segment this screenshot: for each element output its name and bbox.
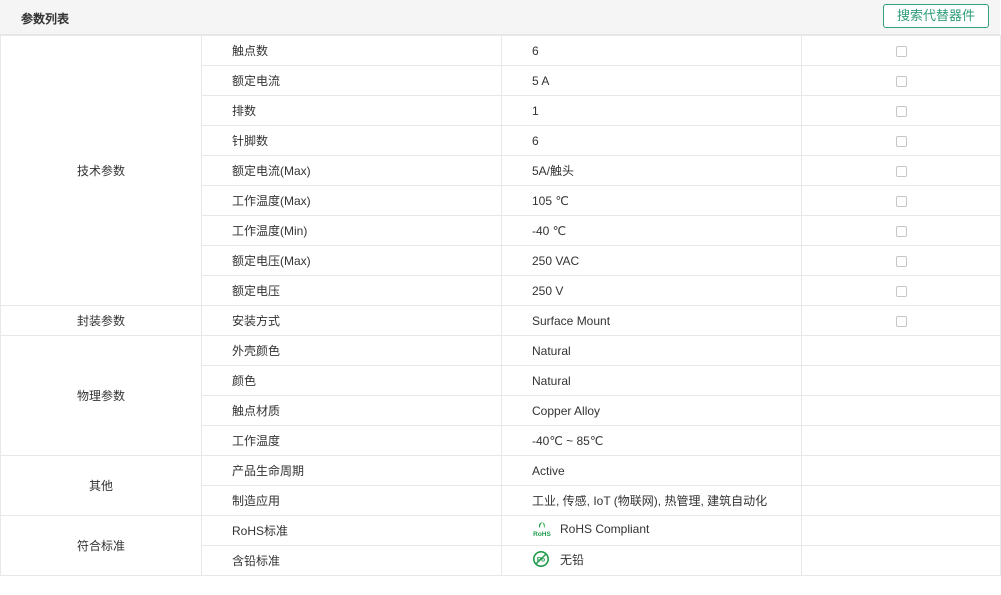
lead-free-value: Pb 无铅: [532, 550, 584, 568]
compare-checkbox-cell: [801, 155, 1001, 186]
param-name: 针脚数: [201, 125, 502, 156]
compare-checkbox-cell: [801, 245, 1001, 276]
empty-cell: [801, 485, 1001, 516]
panel-header: 参数列表 搜索代替器件: [0, 0, 1000, 35]
param-value: Natural: [501, 365, 802, 396]
compare-checkbox[interactable]: [895, 135, 907, 147]
compare-checkbox[interactable]: [895, 255, 907, 267]
lead-free-value-text: 无铅: [560, 552, 585, 567]
compare-checkbox[interactable]: [895, 75, 907, 87]
table-row: 符合标准 RoHS标准 RoHS RoHS Compliant: [0, 515, 1001, 576]
param-name: 排数: [201, 95, 502, 126]
compare-checkbox-cell: [801, 275, 1001, 306]
param-value: 6: [501, 125, 802, 156]
param-name: 安装方式: [201, 305, 502, 336]
compare-checkbox-cell: [801, 35, 1001, 66]
lead-free-icon: Pb: [532, 550, 552, 568]
table-row: 其他 产品生命周期 Active: [0, 455, 1001, 516]
compare-checkbox[interactable]: [895, 165, 907, 177]
compare-checkbox[interactable]: [895, 285, 907, 297]
empty-cell: [801, 425, 1001, 456]
param-name: RoHS标准: [201, 515, 502, 546]
param-value-cell: Pb 无铅: [501, 545, 802, 576]
rohs-leaf-icon: RoHS: [532, 520, 552, 538]
param-value: -40℃ ~ 85℃: [501, 425, 802, 456]
rohs-value: RoHS RoHS Compliant: [532, 520, 649, 538]
param-name: 额定电压: [201, 275, 502, 306]
category-tech: 技术参数: [0, 35, 202, 306]
param-value: 5 A: [501, 65, 802, 96]
param-value: 5A/触头: [501, 155, 802, 186]
param-value: 105 ℃: [501, 185, 802, 216]
param-value: Surface Mount: [501, 305, 802, 336]
param-name: 额定电流(Max): [201, 155, 502, 186]
compare-checkbox[interactable]: [895, 45, 907, 57]
param-name: 额定电压(Max): [201, 245, 502, 276]
param-value: Natural: [501, 335, 802, 366]
param-value-cell: RoHS RoHS Compliant: [501, 515, 802, 546]
param-name: 制造应用: [201, 485, 502, 516]
compare-checkbox[interactable]: [895, 105, 907, 117]
empty-cell: [801, 545, 1001, 576]
compare-checkbox[interactable]: [895, 225, 907, 237]
empty-cell: [801, 455, 1001, 486]
param-value: 6: [501, 35, 802, 66]
table-row: 物理参数 外壳颜色 Natural: [0, 335, 1001, 456]
table-row: 技术参数 触点数 6: [0, 35, 1001, 306]
compare-checkbox-cell: [801, 215, 1001, 246]
compare-checkbox-cell: [801, 95, 1001, 126]
param-name: 颜色: [201, 365, 502, 396]
compare-checkbox-cell: [801, 185, 1001, 216]
compare-checkbox[interactable]: [895, 315, 907, 327]
param-name: 工作温度(Min): [201, 215, 502, 246]
param-name: 触点数: [201, 35, 502, 66]
param-value: Active: [501, 455, 802, 486]
param-name: 产品生命周期: [201, 455, 502, 486]
param-name: 外壳颜色: [201, 335, 502, 366]
category-physical: 物理参数: [0, 335, 202, 456]
param-name: 工作温度(Max): [201, 185, 502, 216]
category-other: 其他: [0, 455, 202, 516]
empty-cell: [801, 365, 1001, 396]
param-value: 250 V: [501, 275, 802, 306]
parameter-table: 技术参数 触点数 6 额定电流 5 A 排数 1 针脚数 6 额定电流(Max)…: [0, 35, 1001, 576]
compare-checkbox-cell: [801, 305, 1001, 336]
param-name: 含铅标准: [201, 545, 502, 576]
panel-title: 参数列表: [21, 12, 70, 26]
param-value: Copper Alloy: [501, 395, 802, 426]
param-value: -40 ℃: [501, 215, 802, 246]
param-value: 工业, 传感, IoT (物联网), 热管理, 建筑自动化: [501, 485, 802, 516]
param-name: 额定电流: [201, 65, 502, 96]
table-row: 封装参数 安装方式 Surface Mount: [0, 305, 1001, 336]
svg-text:RoHS: RoHS: [533, 531, 551, 538]
rohs-value-text: RoHS Compliant: [560, 522, 650, 536]
param-value: 1: [501, 95, 802, 126]
category-compliance: 符合标准: [0, 515, 202, 576]
empty-cell: [801, 395, 1001, 426]
compare-checkbox[interactable]: [895, 195, 907, 207]
search-alternatives-button[interactable]: 搜索代替器件: [883, 4, 989, 28]
compare-checkbox-cell: [801, 65, 1001, 96]
compare-checkbox-cell: [801, 125, 1001, 156]
param-name: 触点材质: [201, 395, 502, 426]
parameter-panel: 参数列表 搜索代替器件 技术参数 触点数 6 额定电流 5 A 排数 1 针脚数…: [0, 0, 1001, 595]
category-package: 封装参数: [0, 305, 202, 336]
empty-cell: [801, 515, 1001, 546]
param-value: 250 VAC: [501, 245, 802, 276]
param-name: 工作温度: [201, 425, 502, 456]
empty-cell: [801, 335, 1001, 366]
